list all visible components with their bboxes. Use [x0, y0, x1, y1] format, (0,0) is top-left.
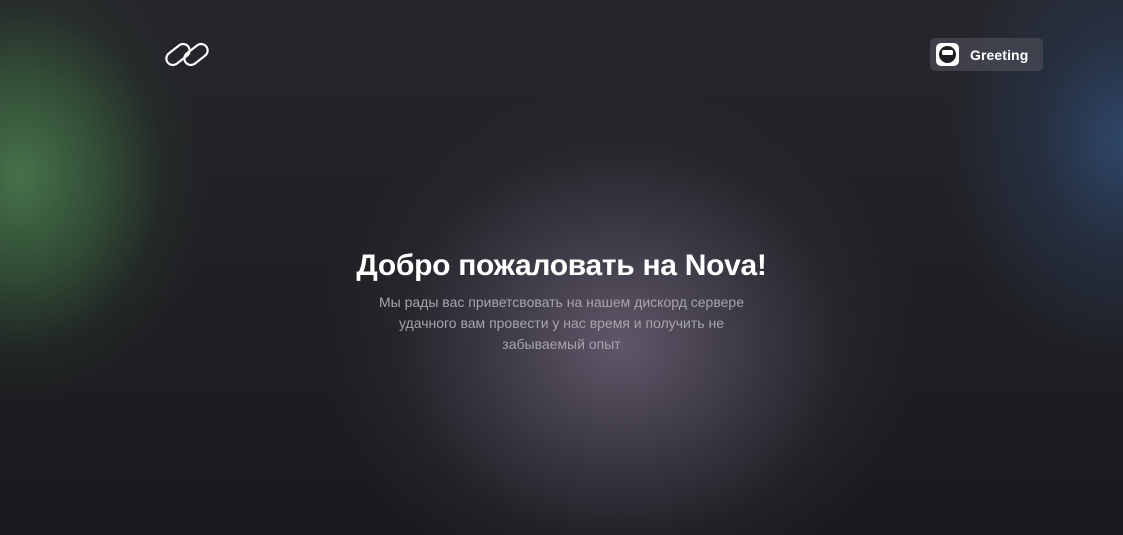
page-title: Добро пожаловать на Nova! [356, 249, 767, 282]
link-icon[interactable] [163, 40, 211, 68]
bot-avatar-icon [936, 43, 959, 66]
page: Greeting Добро пожаловать на Nova! Мы ра… [0, 0, 1123, 535]
greeting-button[interactable]: Greeting [930, 38, 1043, 71]
hero-subtitle: Мы рады вас приветсвовать на нашем диско… [379, 294, 744, 352]
greeting-button-label: Greeting [970, 46, 1029, 63]
hero-section: Добро пожаловать на Nova! Мы рады вас пр… [0, 246, 1123, 355]
